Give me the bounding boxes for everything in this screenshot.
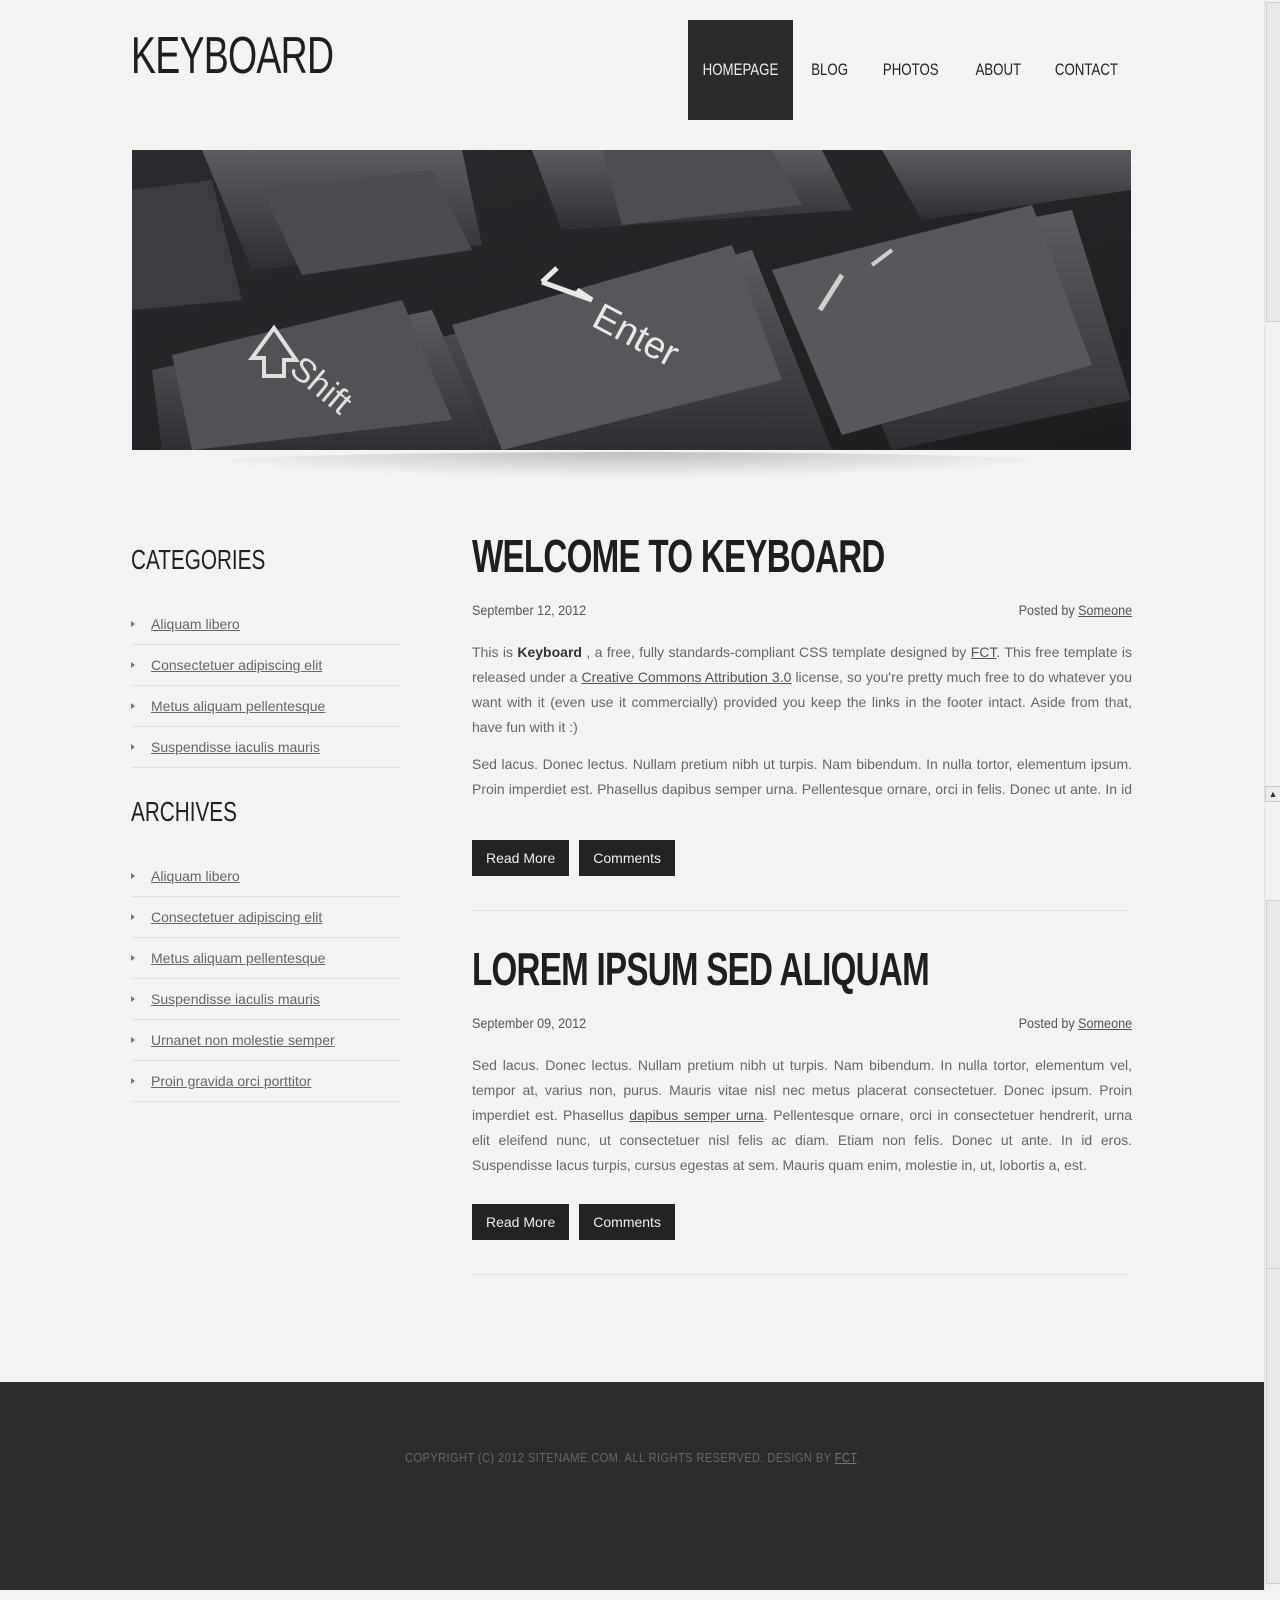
categories-title: CATEGORIES — [131, 544, 266, 575]
inline-link[interactable]: dapibus semper urna — [629, 1107, 764, 1123]
archives-title: ARCHIVES — [131, 796, 237, 827]
comments-button[interactable]: Comments — [579, 840, 675, 876]
scroll-up-arrow-icon[interactable]: ▲ — [1265, 786, 1280, 802]
footer: COPYRIGHT (C) 2012 SITENAME.COM. ALL RIG… — [0, 1382, 1264, 1590]
scrollbar-thumb-lower[interactable] — [1266, 1268, 1280, 1584]
list-item: Aliquam libero — [131, 856, 401, 897]
category-link[interactable]: Metus aliquam pellentesque — [151, 698, 325, 714]
post-body: Sed lacus. Donec lectus. Nullam pretium … — [472, 1053, 1132, 1178]
scrollbar-thumb-secondary[interactable] — [1266, 900, 1280, 1270]
bullet-icon — [131, 873, 135, 879]
footer-design-link[interactable]: FCT — [834, 1450, 856, 1465]
post-actions: Read More Comments — [472, 840, 1132, 876]
site-logo[interactable]: KEYBOARD — [131, 26, 334, 86]
post-paragraph: Sed lacus. Donec lectus. Nullam pretium … — [472, 756, 1132, 810]
archives-list: Aliquam libero Consectetuer adipiscing e… — [131, 856, 401, 1102]
hero-banner: Enter Shift — [132, 150, 1131, 450]
category-link[interactable]: Consectetuer adipiscing elit — [151, 657, 322, 673]
list-item: Suspendisse iaculis mauris — [131, 979, 401, 1020]
post-author: Posted by Someone — [1019, 602, 1132, 618]
post-author: Posted by Someone — [1019, 1015, 1132, 1031]
posted-by-label: Posted by — [1018, 602, 1075, 618]
nav-contact[interactable]: CONTACT — [1041, 20, 1131, 120]
posted-by-label: Posted by — [1018, 1015, 1075, 1031]
comments-button[interactable]: Comments — [579, 1204, 675, 1240]
nav-photos[interactable]: PHOTOS — [867, 20, 955, 120]
list-item: Consectetuer adipiscing elit — [131, 897, 401, 938]
post-divider — [472, 910, 1132, 911]
read-more-button[interactable]: Read More — [472, 1204, 570, 1240]
post-title[interactable]: WELCOME TO KEYBOARD — [472, 528, 947, 584]
post-title[interactable]: LOREM IPSUM SED ALIQUAM — [472, 941, 947, 997]
author-link[interactable]: Someone — [1078, 1015, 1132, 1031]
bold-text: Keyboard — [517, 644, 582, 660]
post-actions: Read More Comments — [472, 1204, 1132, 1240]
post-divider — [472, 1274, 1132, 1275]
bullet-icon — [131, 955, 135, 961]
bullet-icon — [131, 1037, 135, 1043]
post-meta: September 12, 2012 Posted by Someone — [472, 602, 1132, 618]
list-item: Metus aliquam pellentesque — [131, 686, 401, 727]
post-paragraph: This is Keyboard , a free, fully standar… — [472, 644, 1132, 735]
list-item: Aliquam libero — [131, 604, 401, 645]
author-link[interactable]: Someone — [1078, 602, 1132, 618]
bullet-icon — [131, 703, 135, 709]
bullet-icon — [131, 621, 135, 627]
list-item: Consectetuer adipiscing elit — [131, 645, 401, 686]
archive-link[interactable]: Consectetuer adipiscing elit — [151, 909, 322, 925]
sidebar: CATEGORIES Aliquam libero Consectetuer a… — [131, 540, 401, 1102]
copyright-text: COPYRIGHT (C) 2012 SITENAME.COM. ALL RIG… — [404, 1450, 860, 1465]
read-more-button[interactable]: Read More — [472, 840, 570, 876]
post: LOREM IPSUM SED ALIQUAM September 09, 20… — [472, 941, 1132, 1275]
post-paragraph: Sed lacus. Donec lectus. Nullam pretium … — [472, 1057, 1132, 1173]
nav-blog[interactable]: BLOG — [793, 20, 867, 120]
bullet-icon — [131, 914, 135, 920]
post-date: September 12, 2012 — [472, 602, 587, 618]
keyboard-keys-image: Enter Shift — [132, 150, 1131, 450]
archive-link[interactable]: Proin gravida orci porttitor — [151, 1073, 311, 1089]
archive-link[interactable]: Urnanet non molestie semper — [151, 1032, 335, 1048]
bullet-icon — [131, 662, 135, 668]
post-meta: September 09, 2012 Posted by Someone — [472, 1015, 1132, 1031]
archive-link[interactable]: Aliquam libero — [151, 868, 240, 884]
banner-shadow — [170, 452, 1090, 478]
categories-list: Aliquam libero Consectetuer adipiscing e… — [131, 604, 401, 768]
post-body: This is Keyboard , a free, fully standar… — [472, 640, 1132, 810]
list-item: Metus aliquam pellentesque — [131, 938, 401, 979]
list-item: Proin gravida orci porttitor — [131, 1061, 401, 1102]
post: WELCOME TO KEYBOARD September 12, 2012 P… — [472, 528, 1132, 911]
archive-link[interactable]: Metus aliquam pellentesque — [151, 950, 325, 966]
list-item: Urnanet non molestie semper — [131, 1020, 401, 1061]
scrollbar-thumb[interactable] — [1266, 2, 1280, 322]
category-link[interactable]: Aliquam libero — [151, 616, 240, 632]
nav-homepage[interactable]: HOMEPAGE — [688, 20, 793, 120]
license-link[interactable]: Creative Commons Attribution 3.0 — [582, 669, 792, 685]
category-link[interactable]: Suspendisse iaculis mauris — [151, 739, 320, 755]
nav-about[interactable]: ABOUT — [955, 20, 1041, 120]
fct-link[interactable]: FCT — [971, 644, 997, 660]
list-item: Suspendisse iaculis mauris — [131, 727, 401, 768]
post-date: September 09, 2012 — [472, 1015, 587, 1031]
bullet-icon — [131, 1078, 135, 1084]
bullet-icon — [131, 744, 135, 750]
bullet-icon — [131, 996, 135, 1002]
main-nav: HOMEPAGE BLOG PHOTOS ABOUT CONTACT — [688, 20, 1131, 120]
archive-link[interactable]: Suspendisse iaculis mauris — [151, 991, 320, 1007]
